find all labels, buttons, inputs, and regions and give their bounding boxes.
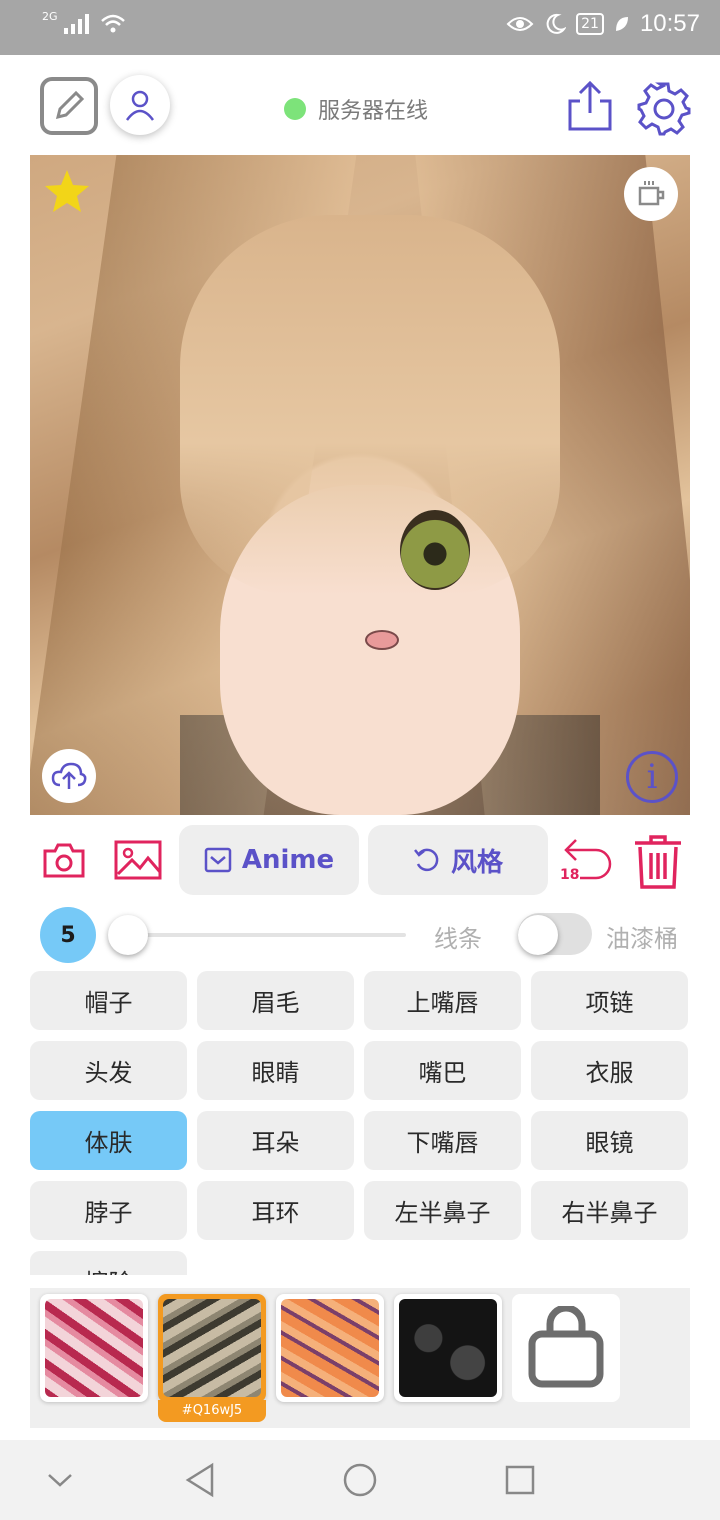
eye-icon bbox=[506, 17, 534, 31]
texture-swatch-camo[interactable] bbox=[158, 1294, 266, 1402]
settings-button[interactable] bbox=[636, 81, 692, 137]
share-icon bbox=[568, 80, 612, 131]
lines-label[interactable]: 线条 bbox=[434, 919, 482, 954]
shopping-bag-icon bbox=[528, 1306, 604, 1388]
cloud-upload-button[interactable] bbox=[42, 749, 96, 803]
image-bangs bbox=[180, 215, 560, 595]
brush-size-slider-track[interactable] bbox=[108, 933, 406, 937]
part-button[interactable]: 帽子 bbox=[30, 971, 187, 1030]
network-label: 2G bbox=[42, 9, 58, 23]
undo-count: 18 bbox=[560, 867, 580, 883]
status-right: 21 10:57 bbox=[506, 10, 700, 38]
recents-square-icon bbox=[505, 1465, 535, 1495]
info-icon: i bbox=[646, 757, 658, 797]
trash-icon bbox=[635, 835, 681, 889]
part-button[interactable]: 耳环 bbox=[197, 1181, 354, 1240]
part-button[interactable]: 头发 bbox=[30, 1041, 187, 1100]
paint-bucket-label[interactable]: 油漆桶 bbox=[606, 919, 678, 954]
moon-icon bbox=[546, 13, 567, 34]
home-circle-icon bbox=[343, 1463, 377, 1497]
refresh-icon bbox=[414, 848, 439, 872]
info-button[interactable]: i bbox=[626, 751, 678, 803]
part-button[interactable]: 体肤 bbox=[30, 1111, 187, 1170]
tool-row: Anime 风格 18 bbox=[0, 825, 720, 895]
top-bar: 服务器在线 bbox=[0, 55, 720, 155]
battery-indicator: 21 bbox=[576, 13, 604, 35]
style-label: 风格 bbox=[450, 847, 503, 878]
online-dot-icon bbox=[284, 98, 306, 120]
part-selector-grid: 帽子眉毛上嘴唇项链头发眼睛嘴巴衣服体肤耳朵下嘴唇眼镜脖子耳环左半鼻子右半鼻子擦除 bbox=[30, 971, 690, 1275]
favorite-star-icon[interactable] bbox=[42, 167, 92, 217]
gear-icon bbox=[637, 82, 691, 136]
clock: 10:57 bbox=[639, 10, 700, 37]
camera-icon bbox=[43, 843, 85, 878]
gallery-button[interactable] bbox=[113, 839, 163, 881]
coffee-button[interactable] bbox=[624, 167, 678, 221]
part-button[interactable]: 上嘴唇 bbox=[364, 971, 521, 1030]
part-button[interactable]: 项链 bbox=[531, 971, 688, 1030]
texture-swatch-dark[interactable] bbox=[394, 1294, 502, 1402]
delete-button[interactable] bbox=[632, 831, 684, 891]
part-button[interactable]: 衣服 bbox=[531, 1041, 688, 1100]
generated-image-canvas[interactable]: i bbox=[30, 155, 690, 815]
part-button[interactable]: 擦除 bbox=[30, 1251, 187, 1275]
paint-bucket-toggle-knob[interactable] bbox=[518, 915, 558, 955]
texture-swatch-pink[interactable] bbox=[40, 1294, 148, 1402]
texture-tiger-image bbox=[281, 1299, 379, 1397]
texture-dark-image bbox=[399, 1299, 497, 1397]
brush-row: 5 线条 油漆桶 bbox=[0, 905, 720, 965]
pen-icon bbox=[55, 90, 85, 120]
texture-camo-image bbox=[163, 1299, 261, 1397]
texture-pink-image bbox=[45, 1299, 143, 1397]
leaf-icon bbox=[615, 17, 628, 31]
texture-shop-button[interactable] bbox=[512, 1294, 620, 1402]
image-icon bbox=[114, 840, 162, 880]
account-button[interactable] bbox=[110, 75, 170, 135]
style-button[interactable]: 风格 bbox=[368, 825, 548, 895]
share-button[interactable] bbox=[566, 79, 614, 133]
texture-swatch-tiger[interactable] bbox=[276, 1294, 384, 1402]
coffee-cup-icon bbox=[638, 181, 665, 206]
nav-home-button[interactable] bbox=[340, 1460, 380, 1500]
back-triangle-icon bbox=[185, 1462, 214, 1498]
part-button[interactable]: 眼睛 bbox=[197, 1041, 354, 1100]
part-button[interactable]: 脖子 bbox=[30, 1181, 187, 1240]
anime-button[interactable]: Anime bbox=[179, 825, 359, 895]
anime-label: Anime bbox=[241, 845, 335, 875]
system-nav-bar bbox=[0, 1440, 720, 1520]
nav-collapse-button[interactable] bbox=[40, 1460, 80, 1500]
part-button[interactable]: 眼镜 bbox=[531, 1111, 688, 1170]
selected-texture-code: #Q16wJ5 bbox=[158, 1400, 266, 1422]
signal-icon bbox=[63, 14, 89, 34]
image-mouth bbox=[365, 630, 399, 650]
status-bar: 2G 21 10:57 bbox=[0, 0, 720, 55]
part-button[interactable]: 耳朵 bbox=[197, 1111, 354, 1170]
part-button[interactable]: 右半鼻子 bbox=[531, 1181, 688, 1240]
brush-size-badge: 5 bbox=[40, 907, 96, 963]
nav-recents-button[interactable] bbox=[500, 1460, 540, 1500]
texture-strip: #Q16wJ5 bbox=[30, 1288, 690, 1428]
server-status-label: 服务器在线 bbox=[318, 99, 429, 124]
part-button[interactable]: 嘴巴 bbox=[364, 1041, 521, 1100]
brush-size-slider-thumb[interactable] bbox=[108, 915, 148, 955]
status-left: 2G bbox=[42, 9, 126, 36]
server-status: 服务器在线 bbox=[284, 93, 428, 125]
part-button[interactable]: 左半鼻子 bbox=[364, 1181, 521, 1240]
cloud-upload-icon bbox=[51, 762, 87, 789]
camera-button[interactable] bbox=[40, 839, 88, 881]
edit-button[interactable] bbox=[40, 77, 98, 135]
part-button[interactable]: 眉毛 bbox=[197, 971, 354, 1030]
anime-envelope-icon bbox=[204, 847, 232, 873]
wifi-icon bbox=[100, 14, 125, 33]
user-icon bbox=[125, 90, 155, 121]
nav-back-button[interactable] bbox=[180, 1460, 220, 1500]
part-button[interactable]: 下嘴唇 bbox=[364, 1111, 521, 1170]
chevron-down-icon bbox=[48, 1474, 72, 1487]
image-eye bbox=[400, 510, 470, 590]
